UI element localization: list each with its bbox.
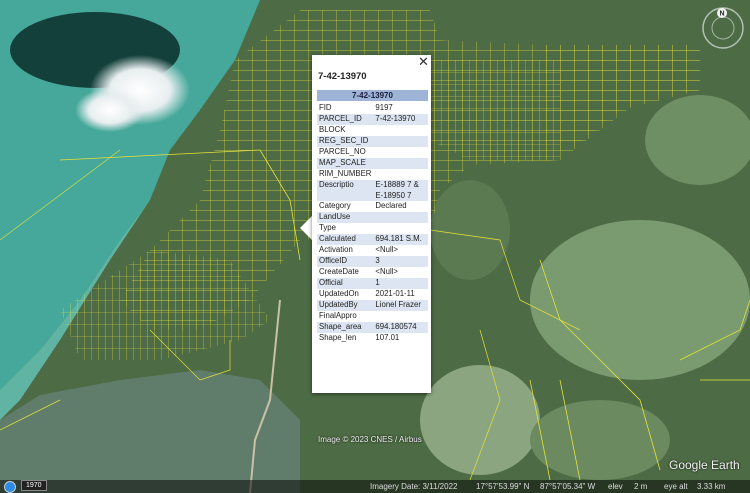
attribute-value: Declared — [375, 201, 407, 210]
attribute-table: FID 9197 PARCEL_ID 7-42-13970 BLOCK REG_SEC_I… — [317, 103, 428, 344]
attribute-row: Activation <Null> — [317, 245, 428, 256]
attribute-row: Official 1 — [317, 278, 428, 289]
compass-label: N — [719, 11, 724, 18]
attribute-row: MAP_SCALE — [317, 158, 428, 169]
attribute-key: MAP_SCALE — [317, 158, 374, 169]
attribute-key: OfficeID — [317, 256, 374, 267]
attribute-key: Descriptio — [317, 180, 374, 201]
attribute-key: FinalAppro — [319, 311, 357, 320]
attribute-value: 2021-01-11 — [375, 289, 415, 298]
attribute-row: Calculated 694.181 S.M. — [317, 234, 428, 245]
attribute-key: PARCEL_NO — [319, 147, 366, 156]
attribute-value: 3 — [373, 256, 428, 267]
attribute-row: RIM_NUMBER — [317, 169, 428, 180]
attribute-value: E-18889 7 & E-18950 7 — [373, 180, 428, 201]
attribute-value — [373, 169, 428, 180]
attribute-row: FinalAppro — [317, 311, 428, 322]
attribute-value: 1 — [373, 278, 428, 289]
attribute-key: UpdatedBy — [317, 300, 374, 311]
attribute-key: PARCEL_ID — [317, 114, 374, 125]
attribute-row: OfficeID 3 — [317, 256, 428, 267]
popup-title: 7-42-13970 — [318, 71, 367, 82]
attribute-key: Type — [319, 223, 336, 232]
attribute-value — [373, 223, 428, 234]
attribute-row: PARCEL_NO — [317, 147, 428, 158]
attribute-value: 107.01 — [375, 333, 400, 342]
attribute-value — [373, 125, 428, 136]
eye-alt-label: eye alt — [664, 482, 688, 491]
status-bar: Imagery Date: 3/11/2022 17°57'53.99" N 8… — [0, 480, 750, 493]
attribute-key: Shape_area — [317, 322, 374, 333]
attribute-key: FID — [319, 103, 332, 112]
attribute-row: Shape_area 694.180574 — [317, 322, 428, 333]
attribute-key: BLOCK — [319, 125, 346, 134]
attribute-value: <Null> — [375, 267, 398, 276]
attribute-value: 694.180574 — [373, 322, 428, 333]
attribute-value — [373, 311, 428, 322]
attribute-key: Official — [317, 278, 374, 289]
popup-pointer — [300, 216, 312, 240]
google-earth-logo: Google Earth — [669, 458, 740, 472]
latitude-readout: 17°57'53.99" N — [476, 482, 530, 491]
imagery-date: Imagery Date: 3/11/2022 — [370, 482, 458, 491]
attribute-row: UpdatedBy Lionel Frazer — [317, 300, 428, 311]
popup-header: 7-42-13970 — [317, 90, 428, 101]
attribute-row: Type — [317, 223, 428, 234]
historical-imagery-year[interactable]: 1970 — [21, 480, 47, 491]
attribute-value: 7-42-13970 — [373, 114, 428, 125]
attribute-row: CreateDate <Null> — [317, 267, 428, 278]
attribute-value: 9197 — [375, 103, 393, 112]
attribute-key: Shape_len — [319, 333, 357, 342]
attribute-row: UpdatedOn 2021-01-11 — [317, 289, 428, 300]
attribute-row: Descriptio E-18889 7 & E-18950 7 — [317, 180, 428, 201]
compass-icon: N — [702, 7, 744, 49]
attribute-key: Calculated — [317, 234, 374, 245]
attribute-row: Category Declared — [317, 201, 428, 212]
attribute-value: Lionel Frazer — [373, 300, 428, 311]
attribute-value — [373, 212, 428, 223]
attribute-key: UpdatedOn — [319, 289, 359, 298]
attribute-key: Category — [319, 201, 351, 210]
historical-imagery-icon[interactable] — [4, 481, 16, 493]
attribute-key: REG_SEC_ID — [317, 136, 374, 147]
attribute-row: REG_SEC_ID — [317, 136, 428, 147]
parcel-info-popup: 7-42-13970 ✕ 7-42-13970 FID 9197 PARCEL_ID… — [312, 55, 431, 393]
eye-alt-value: 3.33 km — [697, 482, 726, 491]
attribute-row: Shape_len 107.01 — [317, 333, 428, 344]
imagery-attribution: Image © 2023 CNES / Airbus — [318, 435, 422, 444]
attribute-row: FID 9197 — [317, 103, 428, 114]
attribute-value — [373, 136, 428, 147]
attribute-row: BLOCK — [317, 125, 428, 136]
attribute-key: CreateDate — [319, 267, 359, 276]
attribute-key: Activation — [319, 245, 353, 254]
elevation-value: 2 m — [634, 482, 648, 491]
attribute-row: PARCEL_ID 7-42-13970 — [317, 114, 428, 125]
attribute-row: LandUse — [317, 212, 428, 223]
attribute-value — [373, 158, 428, 169]
attribute-value: 694.181 S.M. — [373, 234, 428, 245]
attribute-key: LandUse — [317, 212, 374, 223]
compass-control[interactable]: N — [701, 6, 745, 50]
longitude-readout: 87°57'05.34" W — [540, 482, 596, 491]
attribute-value: <Null> — [375, 245, 398, 254]
close-icon[interactable]: ✕ — [418, 55, 429, 68]
attribute-key: RIM_NUMBER — [319, 169, 372, 178]
elevation-label: elev — [608, 482, 623, 491]
attribute-value — [373, 147, 428, 158]
